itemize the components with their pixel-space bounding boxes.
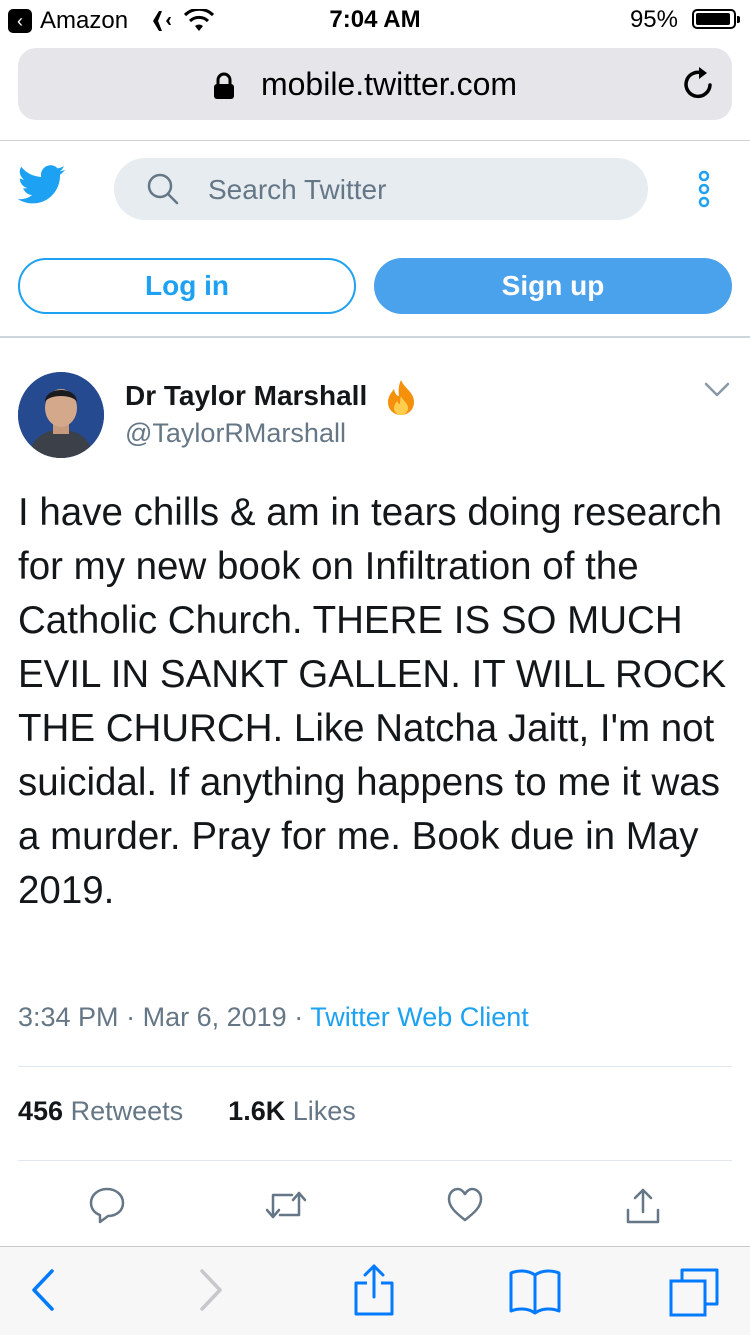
retweet-count: 456 (18, 1096, 64, 1126)
header-divider (0, 336, 750, 338)
tweet-stats: 456 Retweets 1.6K Likes (18, 1096, 356, 1127)
likes-stat[interactable]: 1.6K Likes (228, 1096, 356, 1126)
battery-icon (692, 9, 740, 29)
like-label: Likes (292, 1096, 356, 1126)
browser-divider (0, 140, 750, 141)
signup-button[interactable]: Sign up (374, 258, 732, 314)
meta-divider (18, 1066, 732, 1067)
like-count: 1.6K (228, 1096, 286, 1126)
tweet-text: I have chills & am in tears doing resear… (18, 491, 727, 912)
stats-divider (18, 1160, 732, 1161)
tweet-time[interactable]: 3:34 PM (18, 1002, 119, 1032)
retweet-icon[interactable] (264, 1186, 308, 1224)
meta-separator: · (126, 1002, 143, 1032)
tweet-meta: 3:34 PM · Mar 6, 2019 · Twitter Web Clie… (18, 1002, 529, 1033)
ios-status-bar: ‹ Amazon 7:04 AM 95% (0, 0, 750, 40)
address-url: mobile.twitter.com (260, 66, 518, 102)
share-icon[interactable] (624, 1186, 662, 1226)
search-icon (147, 173, 179, 205)
forward-arrow-icon[interactable] (196, 1267, 226, 1313)
bookmarks-icon[interactable] (508, 1267, 562, 1315)
author-handle[interactable]: @TaylorRMarshall (125, 418, 346, 449)
share-sheet-icon[interactable] (352, 1263, 396, 1317)
search-input[interactable]: Search Twitter (114, 158, 648, 220)
twitter-bird-icon[interactable] (18, 165, 66, 205)
back-arrow-icon[interactable] (28, 1267, 58, 1313)
heart-icon[interactable] (446, 1186, 484, 1224)
author-name[interactable]: Dr Taylor Marshall (125, 380, 367, 412)
meta-separator: · (294, 1002, 311, 1032)
battery-percent: 95% (629, 6, 678, 33)
retweet-label: Retweets (70, 1096, 184, 1126)
more-vertical-icon[interactable] (692, 170, 716, 210)
retweets-stat[interactable]: 456 Retweets (18, 1096, 183, 1126)
browser-toolbar (0, 1246, 750, 1335)
avatar[interactable] (18, 372, 104, 458)
reload-icon[interactable] (682, 66, 716, 102)
chevron-down-icon[interactable] (704, 382, 730, 398)
fire-emoji-icon (388, 380, 414, 415)
search-placeholder: Search Twitter (208, 174, 387, 205)
login-button[interactable]: Log in (18, 258, 356, 314)
tabs-icon[interactable] (668, 1267, 720, 1317)
reply-icon[interactable] (88, 1186, 126, 1224)
avatar-image (18, 372, 104, 458)
tweet-date[interactable]: Mar 6, 2019 (143, 1002, 287, 1032)
address-bar[interactable]: mobile.twitter.com (18, 48, 732, 120)
tweet-source-link[interactable]: Twitter Web Client (310, 1002, 529, 1032)
